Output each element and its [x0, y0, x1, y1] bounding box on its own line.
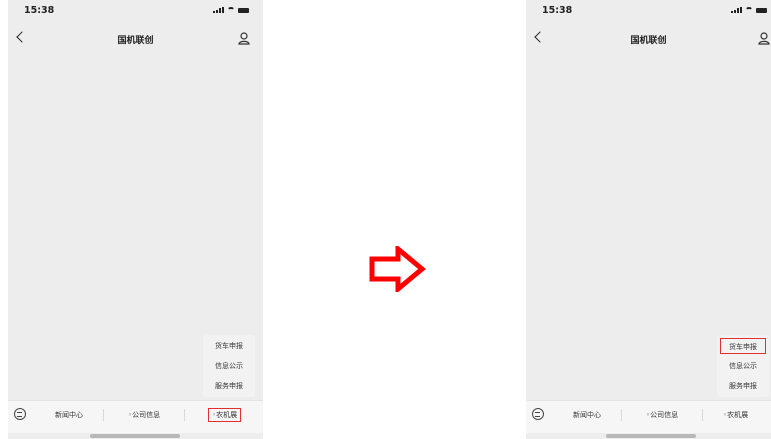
right-arrow-icon [369, 246, 426, 292]
page-title: 国机联创 [117, 36, 154, 46]
tab-company-info[interactable]: ◦公司信息 [646, 410, 678, 420]
nav-bar: 国机联创 [526, 28, 771, 52]
phone-screen-before: 15:38 国机联创 货车申报 信息公示 服务申报 新闻中心 ◦公司信息 ◦农机… [8, 0, 263, 439]
menu-item-service-report[interactable]: 服务申报 [203, 378, 255, 394]
battery-icon [238, 8, 249, 13]
tab-divider [621, 409, 622, 421]
home-indicator [90, 434, 180, 438]
submenu-popup: 货车申报 信息公示 服务申报 [203, 335, 255, 397]
tab-news-center[interactable]: 新闻中心 [55, 410, 83, 420]
status-icons [731, 7, 767, 13]
menu-item-truck-report[interactable]: 货车申报 [203, 338, 255, 354]
battery-icon [756, 8, 767, 13]
tab-divider [702, 409, 703, 421]
signal-icon [731, 7, 742, 13]
tab-agri-machinery-expo[interactable]: ◦农机展 [723, 410, 748, 420]
tab-divider [184, 409, 185, 421]
page-title: 国机联创 [630, 36, 667, 46]
keyboard-icon[interactable] [14, 408, 26, 420]
wifi-icon [745, 7, 753, 13]
tab-company-info[interactable]: ◦公司信息 [128, 410, 160, 420]
tab-bar: 新闻中心 ◦公司信息 ◦农机展 [526, 400, 771, 433]
status-icons [213, 7, 249, 13]
menu-item-service-report[interactable]: 服务申报 [717, 378, 769, 394]
status-bar: 15:38 [8, 0, 263, 22]
user-icon[interactable] [237, 31, 251, 45]
keyboard-icon[interactable] [532, 408, 544, 420]
signal-icon [213, 7, 224, 13]
status-time: 15:38 [24, 5, 55, 16]
status-bar: 15:38 [526, 0, 771, 22]
tab-news-center[interactable]: 新闻中心 [573, 410, 601, 420]
wifi-icon [227, 7, 235, 13]
menu-item-truck-report[interactable]: 货车申报 [720, 338, 766, 354]
user-icon[interactable] [757, 31, 771, 45]
phone-screen-after: 15:38 国机联创 货车申报 信息公示 服务申报 新闻中心 ◦公司信息 ◦农机… [526, 0, 771, 439]
nav-bar: 国机联创 [8, 28, 263, 52]
menu-item-info-publicity[interactable]: 信息公示 [717, 358, 769, 374]
tab-bar: 新闻中心 ◦公司信息 ◦农机展 [8, 400, 263, 433]
tab-divider [103, 409, 104, 421]
submenu-popup: 货车申报 信息公示 服务申报 [717, 335, 769, 397]
tab-agri-machinery-expo[interactable]: ◦农机展 [208, 408, 242, 422]
status-time: 15:38 [542, 5, 573, 16]
home-indicator [606, 434, 696, 438]
menu-item-info-publicity[interactable]: 信息公示 [203, 358, 255, 374]
